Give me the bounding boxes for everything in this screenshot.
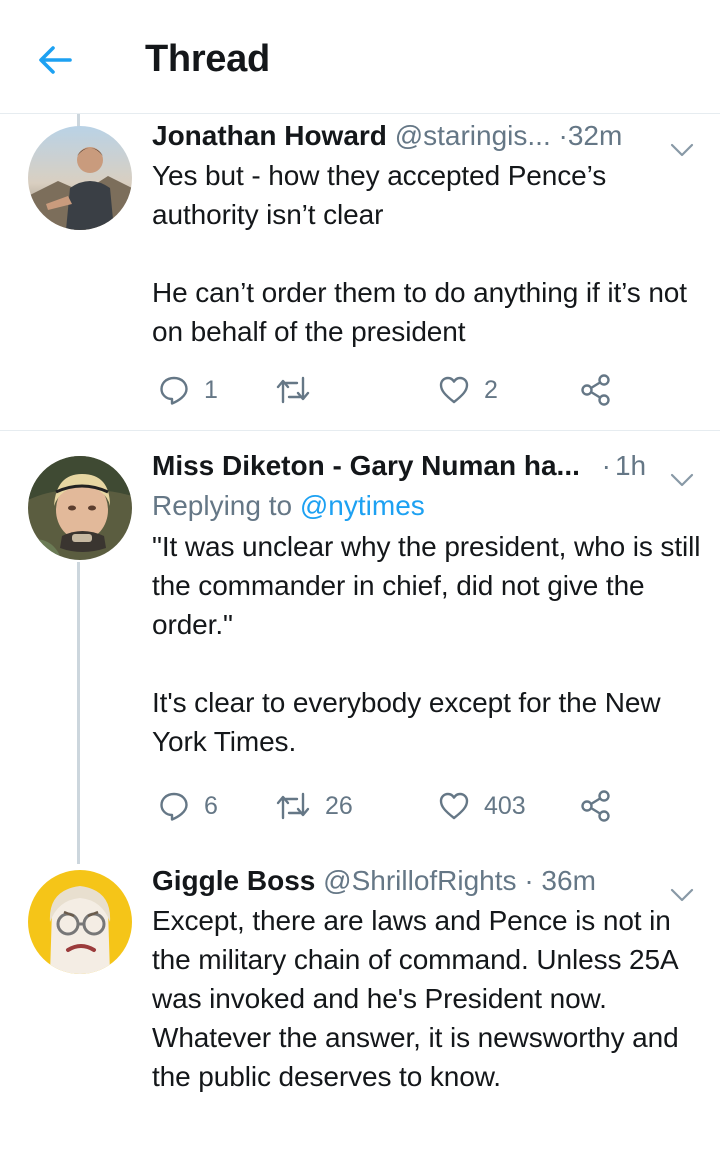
replying-to-handle[interactable]: @nytimes (300, 490, 425, 521)
tweet-text: Except, there are laws and Pence is not … (152, 905, 679, 1092)
user-handle[interactable]: @staringis... (395, 120, 551, 151)
like-button[interactable]: 403 (438, 786, 526, 826)
user-handle[interactable]: @ShrillofRights (323, 865, 516, 896)
timestamp[interactable]: 36m (541, 865, 595, 896)
tweet-meta: Miss Diketon - Gary Numan ha... · 1h (152, 448, 702, 487)
tweet-menu-button[interactable] (670, 875, 694, 902)
retweet-button[interactable]: 26 (275, 786, 353, 826)
reply-count: 6 (204, 791, 218, 820)
chevron-down-icon (670, 888, 694, 902)
chevron-down-icon (670, 473, 694, 487)
replying-to: Replying to @nytimes (152, 486, 702, 525)
page-title: Thread (145, 38, 270, 80)
tweet-body: Jonathan Howard @staringis... ·32m Yes b… (152, 118, 702, 351)
separator-dot: · (524, 865, 534, 896)
retweet-count: 26 (325, 791, 353, 820)
arrow-left-icon (39, 46, 72, 74)
share-button[interactable] (580, 786, 612, 826)
thread-line (77, 562, 80, 864)
tweet-text: "It was unclear why the president, who i… (152, 531, 701, 757)
back-button[interactable] (36, 40, 76, 80)
tweet-meta: Giggle Boss @ShrillofRights · 36m (152, 863, 702, 902)
header-bar: Thread (0, 0, 720, 114)
tweet-menu-button[interactable] (670, 460, 694, 487)
speech-bubble-icon (160, 792, 188, 821)
tweet-body: Giggle Boss @ShrillofRights · 36m Except… (152, 863, 702, 1096)
display-name[interactable]: Jonathan Howard (152, 120, 387, 151)
chevron-down-icon (670, 143, 694, 157)
tweet-menu-button[interactable] (670, 130, 694, 157)
tweet-divider (0, 430, 720, 431)
like-count: 403 (484, 791, 526, 820)
share-button[interactable] (580, 370, 612, 410)
like-button[interactable]: 2 (438, 370, 498, 410)
separator-dot: · (601, 450, 611, 481)
retweet-button[interactable] (275, 370, 325, 410)
tweet-meta: Jonathan Howard @staringis... ·32m (152, 118, 702, 157)
avatar[interactable] (28, 870, 132, 974)
tweet-body: Miss Diketon - Gary Numan ha... · 1h Repl… (152, 448, 702, 761)
separator-dot: · (558, 120, 568, 151)
tweet-actions: 1 2 (152, 370, 622, 410)
share-icon (581, 790, 610, 822)
speech-bubble-icon (160, 376, 188, 405)
share-icon (581, 374, 610, 406)
tweet-actions: 6 26 403 (152, 786, 622, 826)
retweet-icon (276, 376, 310, 404)
timestamp[interactable]: 32m (568, 120, 622, 151)
retweet-icon (276, 792, 310, 820)
reply-button[interactable]: 6 (158, 786, 218, 826)
display-name[interactable]: Giggle Boss (152, 865, 315, 896)
avatar[interactable] (28, 456, 132, 560)
like-count: 2 (484, 375, 498, 404)
heart-icon (439, 376, 469, 404)
tweet-text: Yes but - how they accepted Pence’s auth… (152, 160, 687, 347)
reply-count: 1 (204, 375, 218, 404)
reply-button[interactable]: 1 (158, 370, 218, 410)
heart-icon (439, 792, 469, 820)
avatar[interactable] (28, 126, 132, 230)
display-name[interactable]: Miss Diketon - Gary Numan ha... (152, 450, 580, 481)
timestamp[interactable]: 1h (615, 450, 646, 481)
replying-to-label: Replying to (152, 490, 293, 521)
